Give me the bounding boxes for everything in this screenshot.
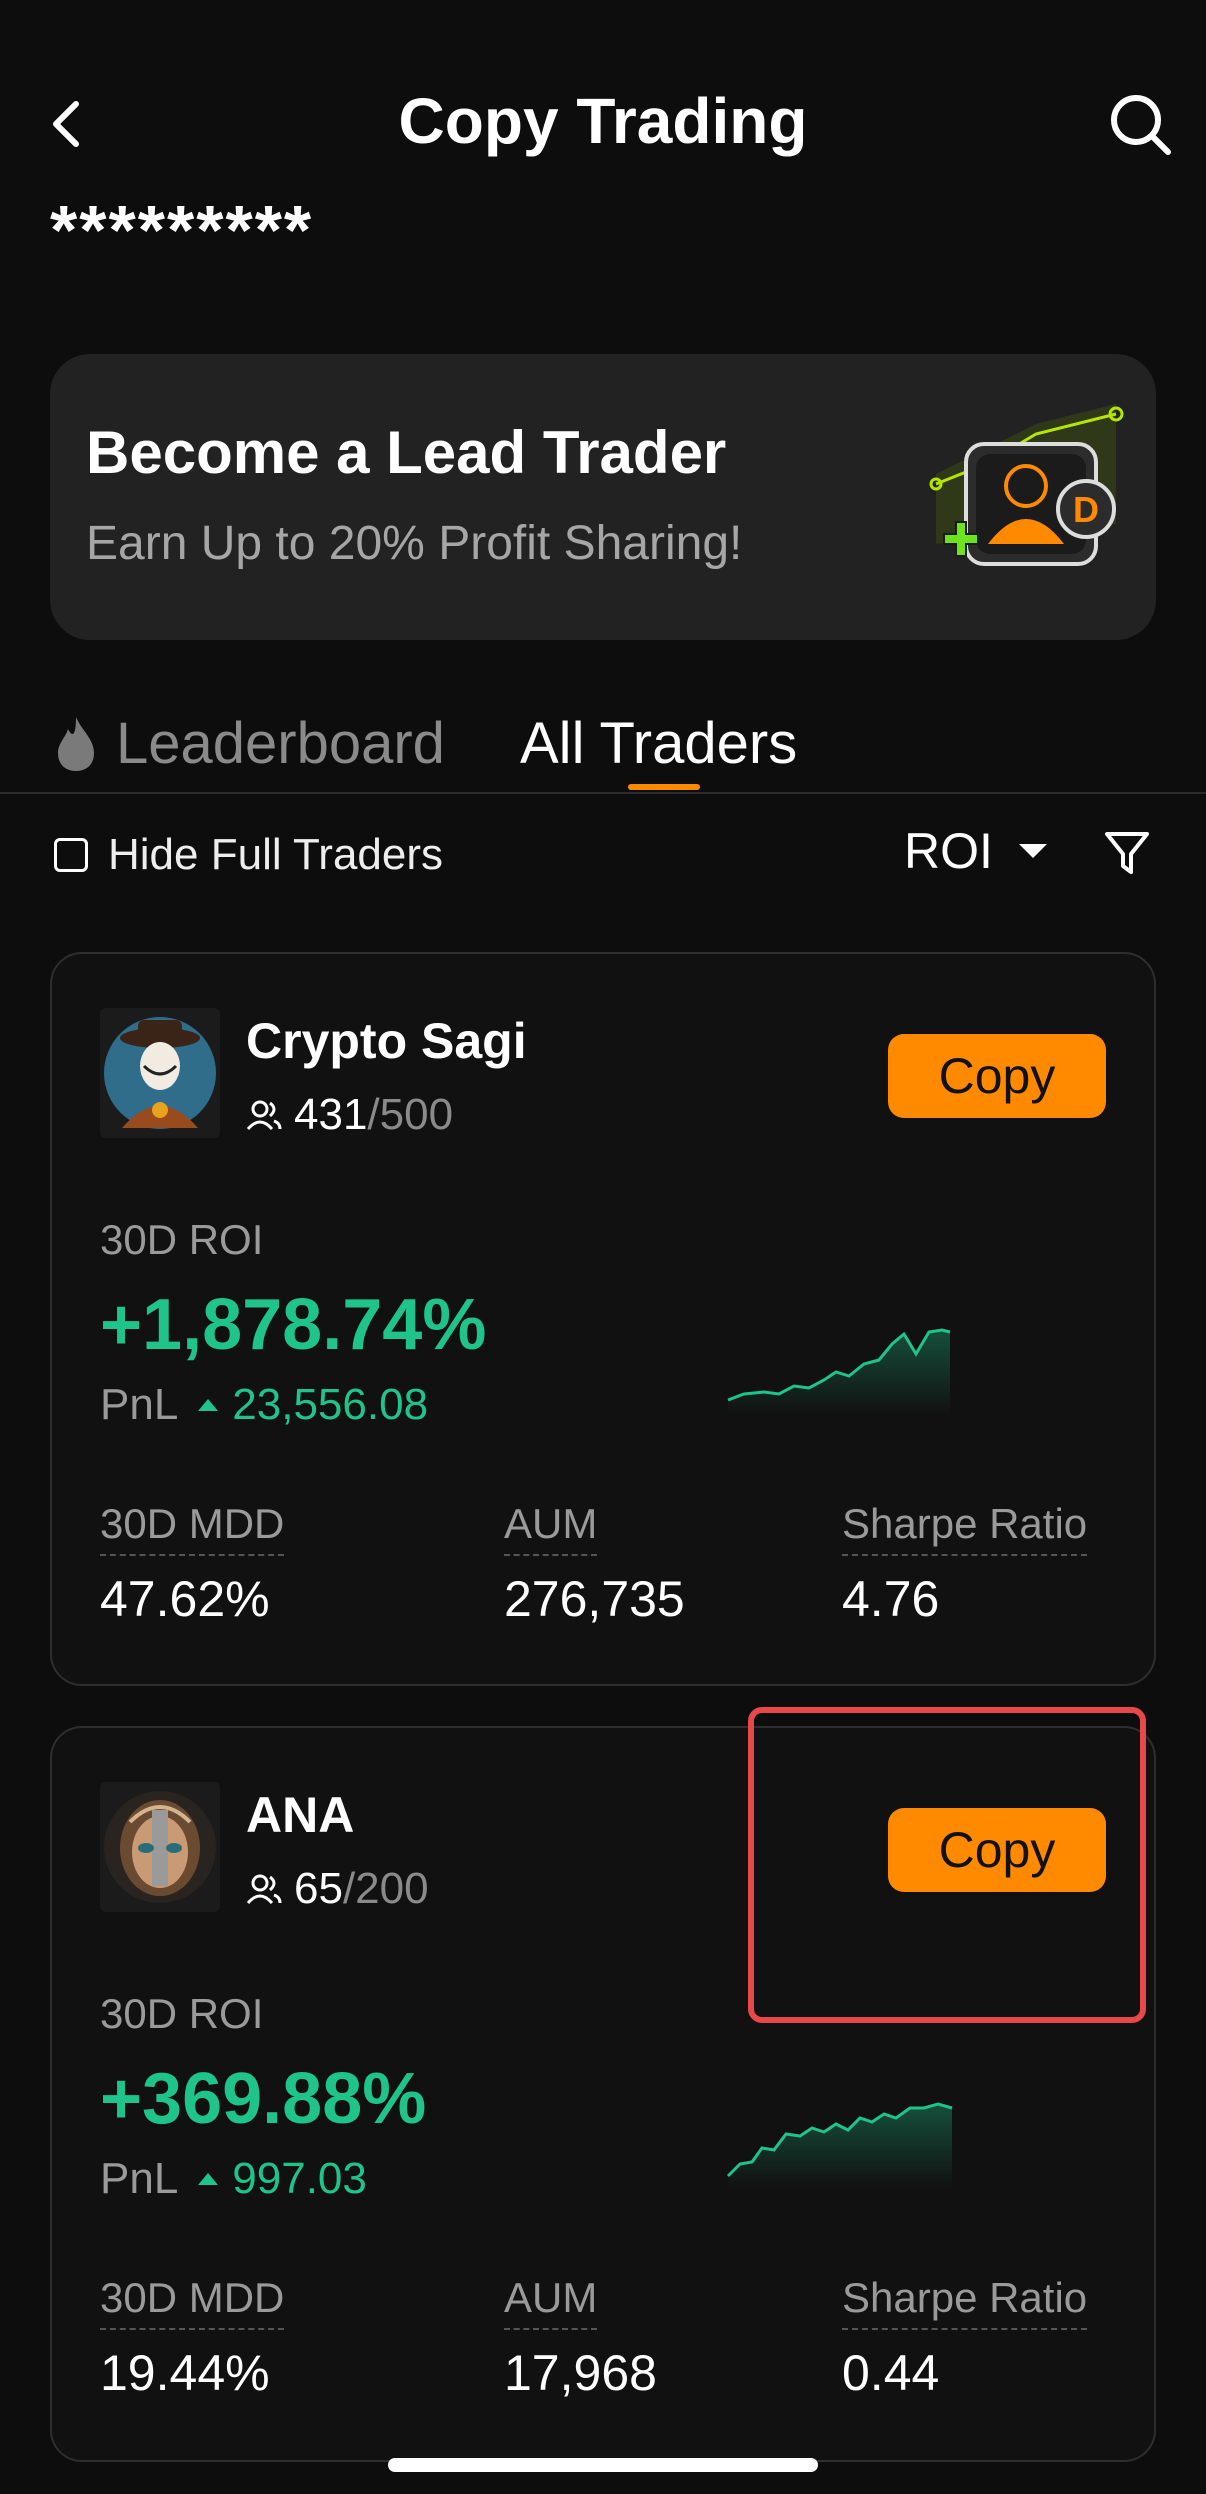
roi-sparkline (727, 1328, 951, 1414)
pnl-value: 23,556.08 (232, 1380, 429, 1429)
search-icon (1111, 95, 1171, 155)
copy-trading-screen: Copy Trading ********* Become a Lead Tra… (0, 0, 1206, 2494)
tab-all-traders[interactable]: All Traders (520, 710, 797, 777)
tab-leaderboard-label: Leaderboard (116, 711, 445, 776)
pnl-label: PnL (100, 1380, 179, 1429)
active-tab-indicator (628, 784, 700, 790)
up-triangle-icon (198, 2173, 219, 2185)
stat-label[interactable]: AUM (504, 1500, 598, 1556)
caret-down-icon (1018, 844, 1047, 858)
pnl-row: PnL 23,556.08 (100, 1380, 428, 1430)
sort-dropdown[interactable]: ROI (904, 822, 1047, 880)
search-button[interactable] (1106, 90, 1176, 160)
roi-label: 30D ROI (100, 1990, 264, 2037)
users-icon (246, 1874, 282, 1905)
tab-leaderboard[interactable]: Leaderboard (54, 710, 445, 777)
avatar (100, 1782, 220, 1912)
copy-button[interactable]: Copy (888, 1034, 1106, 1118)
follower-current: 431 (294, 1090, 368, 1139)
roi-value: +1,878.74% (100, 1285, 487, 1365)
home-indicator[interactable] (388, 2458, 818, 2472)
roi-label: 30D ROI (100, 1216, 264, 1263)
stat-label[interactable]: Sharpe Ratio (842, 1500, 1088, 1556)
trader-name: ANA (246, 1787, 355, 1843)
filter-bar: Hide Full Traders ROI (0, 822, 1206, 892)
banner-subtitle: Earn Up to 20% Profit Sharing! (86, 517, 743, 570)
stat-value: 19.44% (100, 2345, 270, 2401)
stat-label[interactable]: Sharpe Ratio (842, 2274, 1088, 2330)
follower-current: 65 (294, 1864, 343, 1913)
roi-value: +369.88% (100, 2059, 427, 2139)
hide-full-traders-label: Hide Full Traders (108, 830, 444, 879)
flame-icon (58, 716, 94, 771)
filter-icon (1105, 832, 1149, 874)
pnl-row: PnL 997.03 (100, 2154, 367, 2204)
hide-full-traders-toggle[interactable]: Hide Full Traders (54, 830, 443, 880)
checkbox-icon[interactable] (54, 838, 88, 872)
stat-value: 17,968 (504, 2345, 657, 2401)
masked-account-name: ********* (50, 191, 314, 269)
stat-value: 0.44 (842, 2345, 940, 2401)
trader-card[interactable]: Crypto Sagi 431 /500 Copy 30D ROI +1,878… (50, 952, 1156, 1686)
up-triangle-icon (198, 1399, 219, 1411)
pnl-label: PnL (100, 2154, 179, 2203)
avatar (100, 1008, 220, 1138)
filter-button[interactable] (1102, 828, 1152, 878)
trader-tabs: Leaderboard All Traders (0, 700, 1206, 794)
stat-label[interactable]: AUM (504, 2274, 598, 2330)
svg-text:D: D (1073, 489, 1099, 530)
sort-label: ROI (904, 823, 993, 879)
stat-mdd: 30D MDD 19.44% (100, 2274, 285, 2402)
stat-mdd: 30D MDD 47.62% (100, 1500, 285, 1628)
stat-sharpe: Sharpe Ratio 4.76 (842, 1500, 1088, 1628)
stat-label[interactable]: 30D MDD (100, 1500, 285, 1556)
lead-trader-banner[interactable]: Become a Lead Trader Earn Up to 20% Prof… (50, 354, 1156, 640)
banner-title: Become a Lead Trader (86, 419, 727, 486)
stat-aum: AUM 17,968 (504, 2274, 657, 2402)
header: Copy Trading (0, 70, 1206, 180)
page-title: Copy Trading (398, 85, 808, 157)
trader-name: Crypto Sagi (246, 1013, 527, 1069)
follower-count: 431 /500 (246, 1090, 453, 1140)
stat-value: 276,735 (504, 1571, 685, 1627)
stat-aum: AUM 276,735 (504, 1500, 685, 1628)
highlight-box (748, 1707, 1146, 2023)
stat-label[interactable]: 30D MDD (100, 2274, 285, 2330)
stat-sharpe: Sharpe Ratio 0.44 (842, 2274, 1088, 2402)
users-icon (246, 1100, 282, 1131)
follower-cap: /500 (367, 1090, 454, 1139)
stat-value: 47.62% (100, 1571, 270, 1627)
pnl-value: 997.03 (232, 2154, 367, 2203)
roi-sparkline (726, 2102, 953, 2188)
follower-cap: /200 (342, 1864, 429, 1913)
follower-count: 65 /200 (246, 1864, 429, 1914)
lead-trader-illustration-icon: D (929, 404, 1124, 566)
stat-value: 4.76 (842, 1571, 940, 1627)
